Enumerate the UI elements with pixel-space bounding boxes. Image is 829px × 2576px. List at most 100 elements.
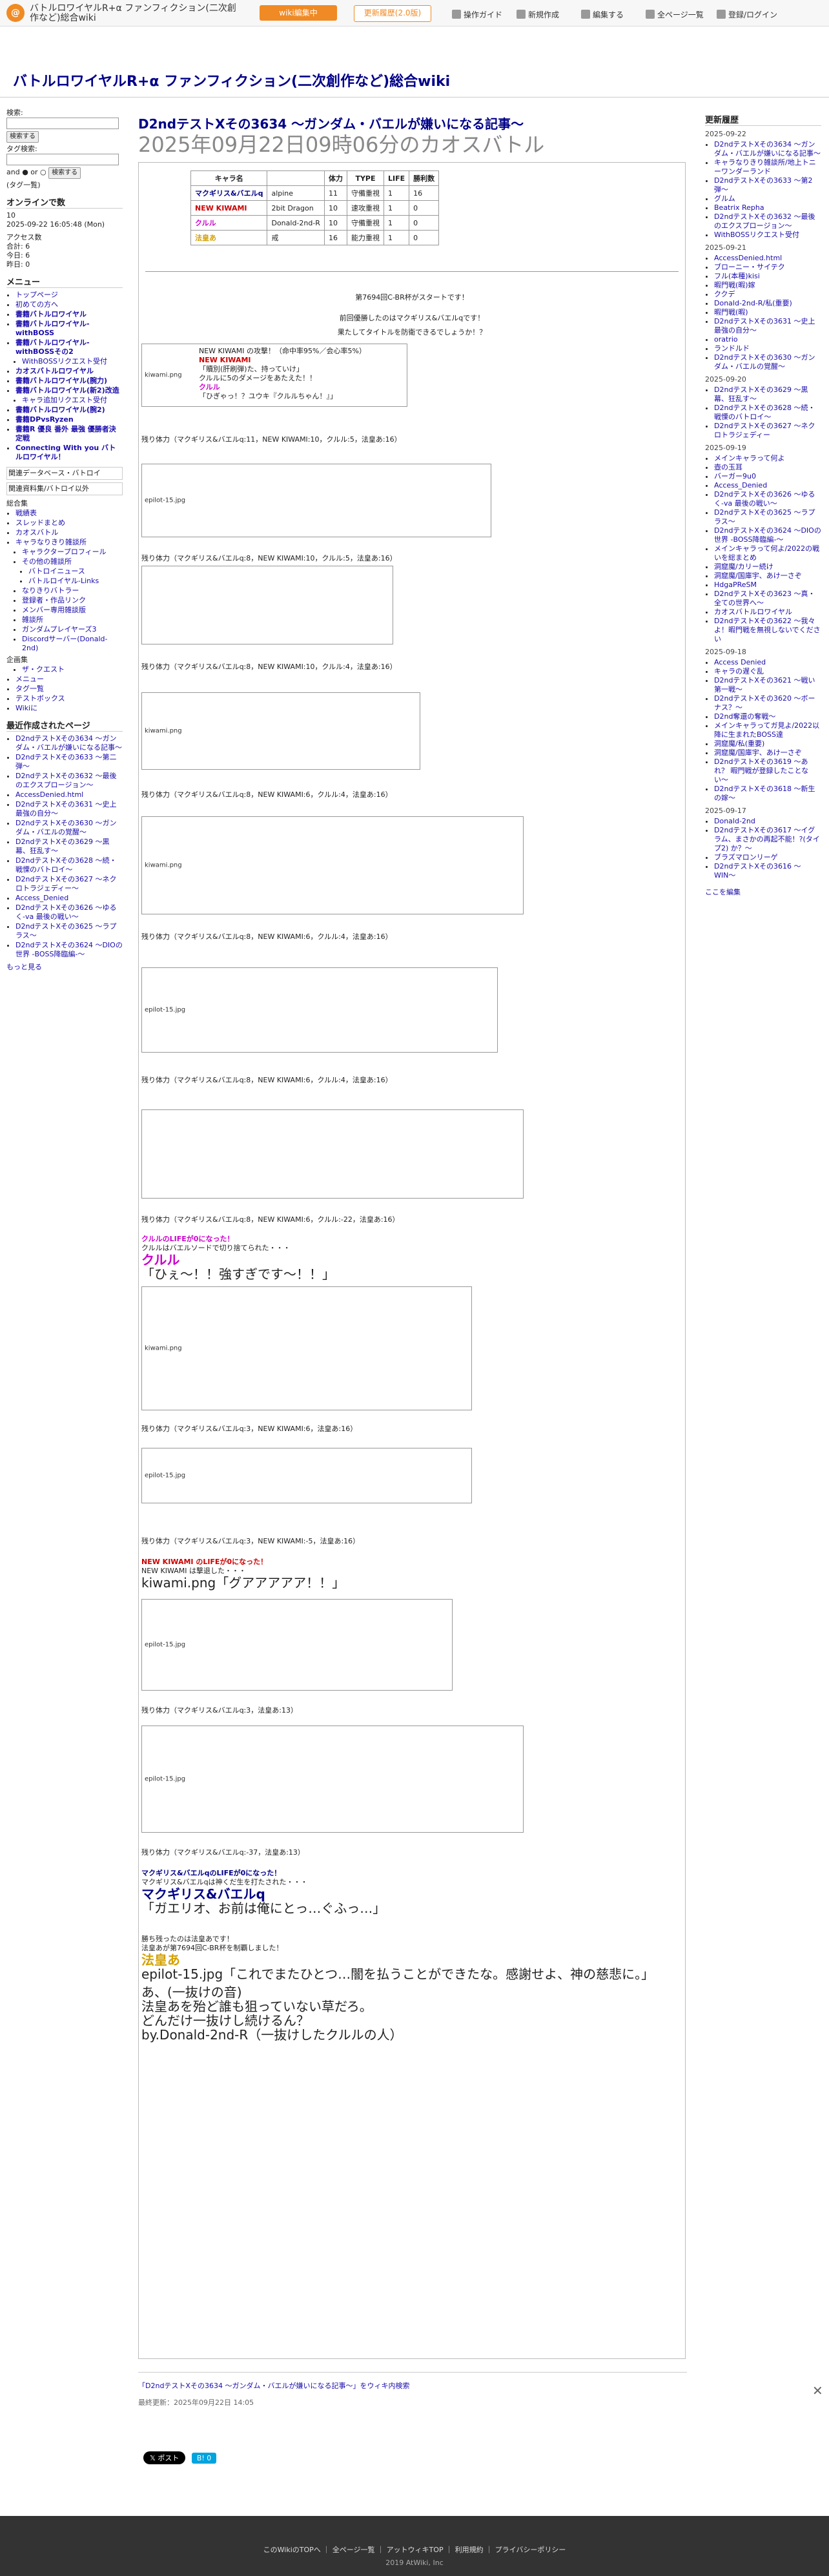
sub-item[interactable]: 戦績表: [15, 509, 123, 518]
history-item[interactable]: 洞窟魔/国庫宇、あけ一さぞ: [714, 748, 821, 757]
history-item[interactable]: D2ndテストXその3633 〜第2弾〜: [714, 176, 821, 194]
related-doc-toggle[interactable]: 関連資料集/バトロイ以外: [6, 482, 123, 495]
recent-item[interactable]: D2ndテストXその3628 〜続・戦慄のバトロイ〜: [15, 856, 123, 874]
hatena-bookmark-button[interactable]: B! 0: [191, 2453, 217, 2464]
history-item[interactable]: D2ndテストXその3618 〜新生の嫁〜: [714, 785, 821, 803]
atwiki-logo-icon[interactable]: @: [6, 4, 25, 22]
nav-all-pages[interactable]: 全ページ一覧: [646, 9, 704, 20]
menu-item[interactable]: トップページ: [15, 291, 123, 300]
history-item[interactable]: メインキャラって何よ/2022の戦いを総まとめ: [714, 544, 821, 562]
history-item[interactable]: バーガー9u0: [714, 472, 821, 481]
history-item[interactable]: D2ndテストXその3622 〜我々よ！暇門戦を無視しないでください: [714, 617, 821, 644]
history-item[interactable]: D2ndテストXその3621 〜戦い第一戦〜: [714, 676, 821, 694]
sub-item[interactable]: なりきりバトラー: [22, 586, 123, 595]
menu-item[interactable]: 書籍DPvsRyzen: [15, 415, 123, 424]
menu-item[interactable]: 書籍バトルロワイヤル-withBOSS: [15, 320, 123, 338]
recent-item[interactable]: D2ndテストXその3631 〜史上最強の自分〜: [15, 800, 123, 818]
tool-item[interactable]: テストボックス: [15, 694, 123, 703]
sub-item[interactable]: 雑談所: [22, 615, 123, 624]
menu-item[interactable]: 書籍バトルロワイヤル: [15, 310, 123, 319]
history-item[interactable]: ランドルド: [714, 344, 821, 353]
history-item[interactable]: Donald-2nd: [714, 817, 821, 826]
related-db-toggle[interactable]: 関連データベース・バトロイ: [6, 467, 123, 480]
sub-item[interactable]: スレッドまとめ: [15, 519, 123, 528]
recent-item[interactable]: D2ndテストXその3624 〜DIOの世界 -BOSS降臨編-〜: [15, 941, 123, 959]
menu-item[interactable]: Connecting With you バトルロワイヤル！: [15, 444, 123, 462]
search-button[interactable]: 検索する: [6, 131, 39, 143]
history-item[interactable]: oratrio: [714, 335, 821, 344]
history-item[interactable]: D2ndテストXその3619 〜あれ？ 暇門戦が登録したことない〜: [714, 757, 821, 785]
history-item[interactable]: D2nd奪還の奪戦〜: [714, 712, 821, 721]
history-item[interactable]: ブローニー・サイテク: [714, 263, 821, 272]
history-item[interactable]: D2ndテストXその3625 〜ラプラス〜: [714, 508, 821, 526]
history-item[interactable]: Beatrix Repha: [714, 203, 821, 212]
footer-link[interactable]: このWikiのTOPへ: [263, 2546, 321, 2554]
sub-item[interactable]: バトロイニュース: [28, 567, 123, 576]
recent-item[interactable]: D2ndテストXその3627 〜ネクロトラジェディー〜: [15, 875, 123, 893]
sub-item[interactable]: メンバー専用雑談版: [22, 606, 123, 615]
history-item[interactable]: HdgaPReSM: [714, 581, 821, 590]
history-item[interactable]: D2ndテストXその3628 〜続・戦慄のバトロイ〜: [714, 404, 821, 422]
menu-item[interactable]: キャラ追加リクエスト受付: [22, 396, 123, 405]
tool-item[interactable]: Wikiに: [15, 704, 123, 713]
menu-item[interactable]: 書籍バトルロワイヤル(新2)改造: [15, 386, 123, 395]
recent-item[interactable]: D2ndテストXその3629 〜黒幕、狂乱す〜: [15, 838, 123, 856]
menu-item[interactable]: 書籍R 優良 番外 最強 優勝者決定戦: [15, 425, 123, 443]
tag-list-link[interactable]: (タグ一覧): [6, 181, 123, 190]
history-button[interactable]: 更新履歴(2.0版): [354, 5, 431, 22]
wiki-search-link[interactable]: 「D2ndテストXその3634 〜ガンダム・バエルが嫌いになる記事〜」をウィキ内…: [138, 2380, 687, 2391]
history-item[interactable]: D2ndテストXその3617 〜イグラム、まさかの再起不能！?(タイプ2) か？…: [714, 826, 821, 853]
recent-item[interactable]: D2ndテストXその3632 〜最後のエクスプロージョン〜: [15, 772, 123, 790]
recent-item[interactable]: Access_Denied: [15, 894, 123, 903]
sub-item[interactable]: バトルロイヤル-Links: [28, 577, 123, 586]
history-item[interactable]: メインキャラって何よ: [714, 454, 821, 463]
footer-link[interactable]: アットウィキTOP: [387, 2546, 444, 2554]
recent-item[interactable]: D2ndテストXその3626 〜ゆるく-va 最後の戦い〜: [15, 903, 123, 922]
history-item[interactable]: D2ndテストXその3634 〜ガンダム・バエルが嫌いになる記事〜: [714, 140, 821, 158]
and-or-radio[interactable]: and ● or ○: [6, 168, 46, 176]
history-item[interactable]: D2ndテストXその3620 〜ボーナス？〜: [714, 694, 821, 712]
menu-item[interactable]: WithBOSSリクエスト受付: [22, 357, 123, 366]
nav-new-page[interactable]: 新規作成: [517, 9, 559, 20]
history-item[interactable]: D2ndテストXその3632 〜最後のエクスプロージョン〜: [714, 212, 821, 231]
history-item[interactable]: Donald-2nd-R/私(重要): [714, 299, 821, 308]
wiki-item[interactable]: ザ・クエスト: [22, 665, 123, 674]
history-item[interactable]: ククデ: [714, 290, 821, 299]
sub-item[interactable]: キャラなりきり雑談所: [15, 538, 123, 547]
history-item[interactable]: 洞窟魔/カリー続け: [714, 562, 821, 572]
tool-item[interactable]: タグ一覧: [15, 685, 123, 694]
sub-item[interactable]: Discordサーバー(Donald-2nd): [22, 635, 123, 653]
menu-item[interactable]: 初めての方へ: [15, 300, 123, 309]
history-item[interactable]: D2ndテストXその3629 〜黒幕、狂乱す〜: [714, 386, 821, 404]
sub-item[interactable]: カオスバトル: [15, 528, 123, 537]
history-item[interactable]: キャラなりきり雑談所/地上トニーワンダーランド: [714, 158, 821, 176]
history-item[interactable]: 壺の玉耳: [714, 463, 821, 472]
history-item[interactable]: Access Denied: [714, 658, 821, 667]
history-item[interactable]: カオスバトルロワイヤル: [714, 608, 821, 617]
history-item[interactable]: グルム: [714, 194, 821, 203]
wiki-edit-button[interactable]: wiki編集中: [260, 5, 337, 21]
tag-search-input[interactable]: [6, 154, 119, 165]
history-item[interactable]: 暇門戦(暇)嫁: [714, 281, 821, 290]
tag-search-button[interactable]: 検索する: [48, 167, 81, 179]
recent-item[interactable]: D2ndテストXその3625 〜ラプラス〜: [15, 922, 123, 940]
nav-guide[interactable]: 操作ガイド: [452, 9, 502, 20]
sub-item[interactable]: ガンダムプレイヤーズ3: [22, 625, 123, 634]
post-button[interactable]: 𝕏 ポスト: [143, 2451, 186, 2464]
history-item[interactable]: D2ndテストXその3630 〜ガンダム・バエルの覚醒〜: [714, 353, 821, 371]
footer-link[interactable]: 全ページ一覧: [333, 2546, 375, 2554]
recent-item[interactable]: D2ndテストXその3633 〜第二弾〜: [15, 753, 123, 771]
history-item[interactable]: D2ndテストXその3616 〜WIN〜: [714, 862, 821, 880]
nav-login[interactable]: 登録/ログイン: [717, 9, 777, 20]
history-item[interactable]: WithBOSSリクエスト受付: [714, 231, 821, 240]
history-item[interactable]: AccessDenied.html: [714, 254, 821, 263]
more-link[interactable]: もっと見る: [6, 963, 123, 972]
sub-item[interactable]: その他の雑談所: [22, 557, 123, 566]
history-item[interactable]: メインキャラってガ見よ/2022以降に生まれたBOSS達: [714, 721, 821, 739]
site-name-link[interactable]: バトルロワイヤルR+α ファンフィクション(二次創作など)総合wiki: [30, 4, 243, 23]
recent-item[interactable]: D2ndテストXその3630 〜ガンダム・バエルの覚醒〜: [15, 819, 123, 837]
history-item[interactable]: D2ndテストXその3631 〜史上最強の自分〜: [714, 317, 821, 335]
footer-link[interactable]: 利用規約: [455, 2546, 484, 2554]
history-item[interactable]: キャラの遅ぐ乱: [714, 667, 821, 676]
search-input[interactable]: [6, 118, 119, 129]
